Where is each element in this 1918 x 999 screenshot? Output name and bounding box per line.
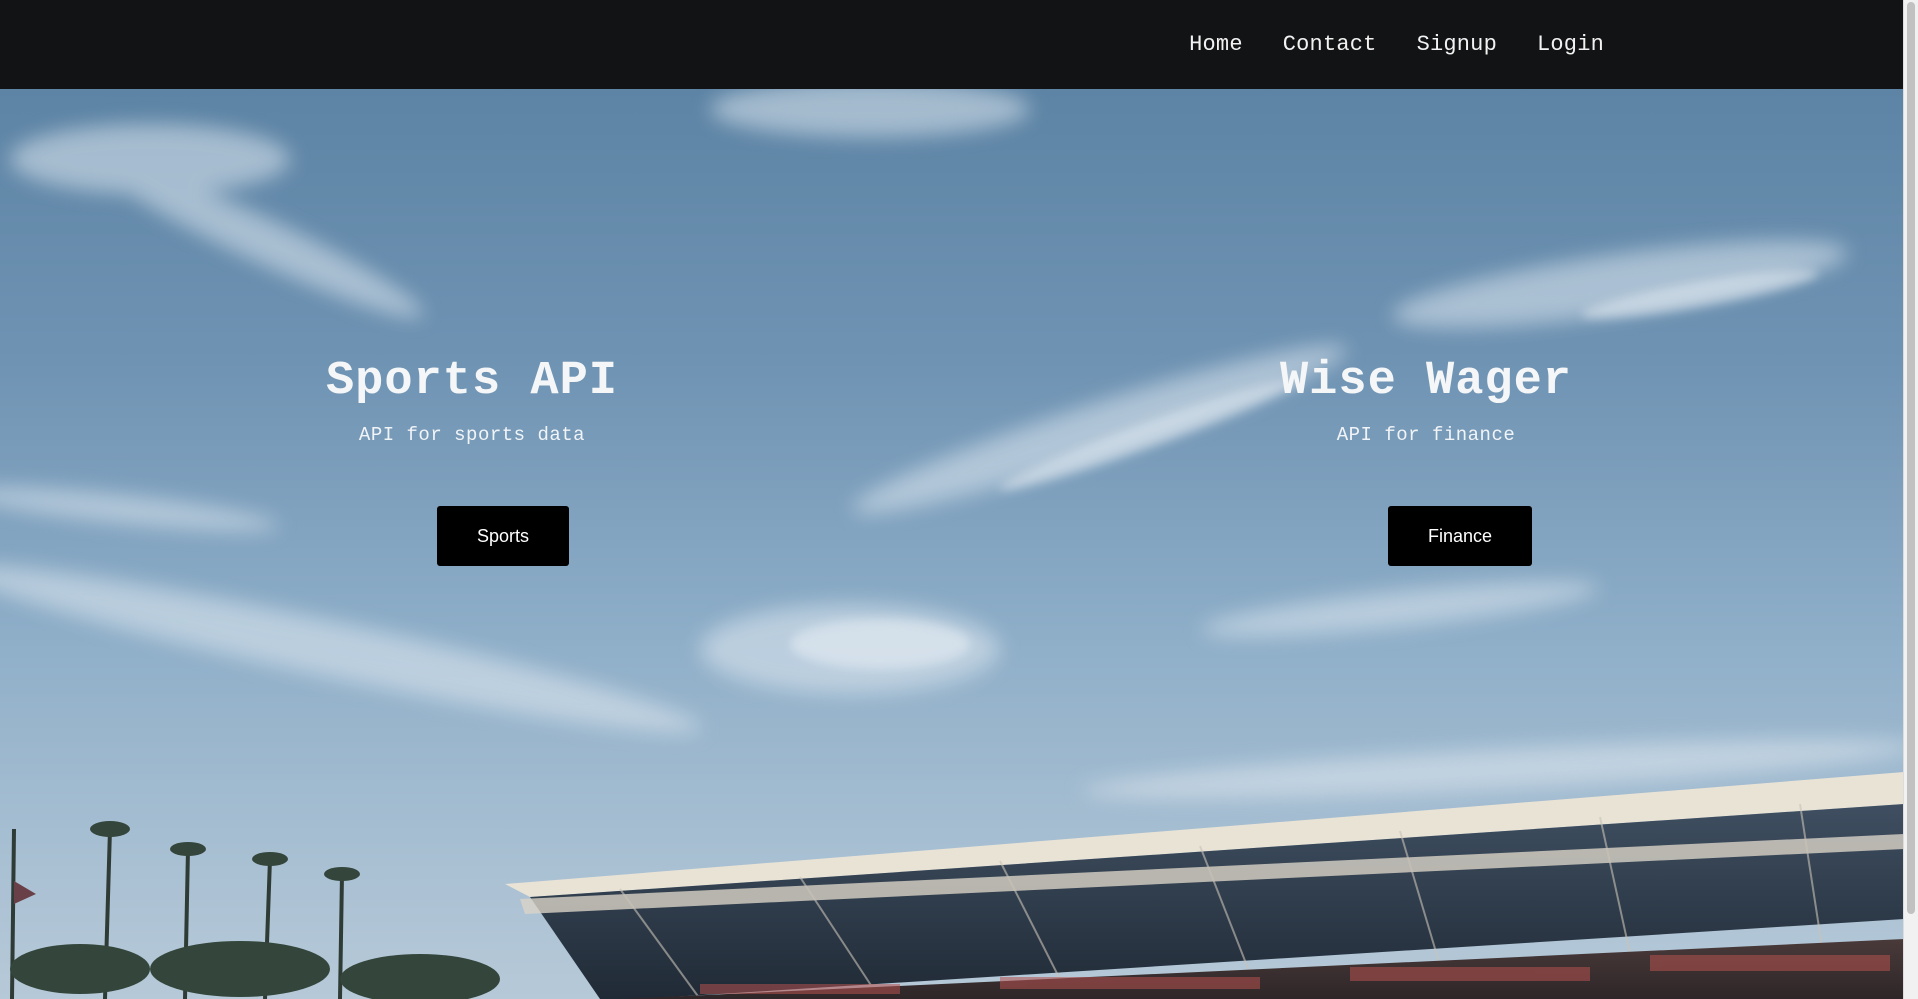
nav-links: Home Contact Signup Login	[1189, 0, 1604, 89]
nav-link-home[interactable]: Home	[1189, 32, 1243, 57]
feature-sports-api: Sports API API for sports data	[272, 354, 672, 446]
feature-subtitle: API for sports data	[358, 424, 586, 446]
scrollbar-thumb[interactable]	[1907, 2, 1915, 914]
feature-title: Wise Wager	[1279, 355, 1573, 408]
nav-link-login[interactable]: Login	[1537, 32, 1604, 57]
feature-title: Sports API	[325, 355, 619, 408]
feature-subtitle: API for finance	[1336, 424, 1516, 446]
finance-button[interactable]: Finance	[1388, 506, 1532, 566]
page: Home Contact Signup Login Sports API API…	[0, 0, 1918, 999]
sports-button[interactable]: Sports	[437, 506, 569, 566]
vertical-scrollbar[interactable]	[1903, 0, 1918, 999]
top-navbar: Home Contact Signup Login	[0, 0, 1904, 89]
nav-link-signup[interactable]: Signup	[1417, 32, 1497, 57]
hero-section: Sports API API for sports data Wise Wage…	[0, 89, 1904, 999]
feature-wise-wager: Wise Wager API for finance	[1226, 354, 1626, 446]
stadium-background-image	[0, 89, 1904, 999]
nav-link-contact[interactable]: Contact	[1283, 32, 1377, 57]
